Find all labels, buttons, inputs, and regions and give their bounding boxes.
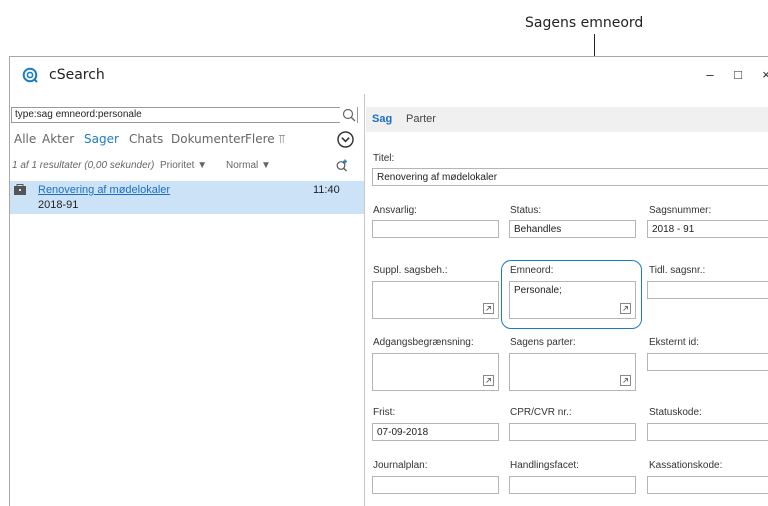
search-icon[interactable] — [340, 107, 357, 123]
expand-field-icon[interactable] — [620, 375, 631, 386]
filter-dokumenter[interactable]: Dokumenter — [171, 132, 245, 146]
ansvarlig-label: Ansvarlig: — [373, 205, 417, 216]
titel-field[interactable]: Renovering af mødelokaler — [372, 168, 768, 186]
results-count: 1 af 1 resultater (0,00 sekunder) — [12, 160, 155, 171]
filter-tabs: Alle Akter Sager Chats Dokumenter Flere … — [14, 132, 359, 150]
tab-sag[interactable]: Sag — [372, 113, 392, 125]
minimize-button[interactable]: – — [698, 64, 722, 86]
result-title-link[interactable]: Renovering af mødelokaler — [38, 184, 170, 196]
result-time: 11:40 — [313, 184, 340, 196]
sagsnummer-label: Sagsnummer: — [649, 205, 712, 216]
kassationskode-label: Kassationskode: — [649, 460, 723, 471]
sort-normal-dropdown[interactable]: Normal ▼ — [226, 160, 271, 171]
search-input[interactable]: type:sag emneord:personale — [11, 107, 358, 123]
title-bar: cSearch – □ × — [10, 57, 768, 94]
filter-alle[interactable]: Alle — [14, 132, 36, 146]
journalplan-field[interactable] — [372, 476, 499, 494]
statuskode-field[interactable] — [647, 423, 768, 441]
csearch-logo-icon — [22, 67, 38, 83]
window-title: cSearch — [49, 67, 105, 83]
filter-sager[interactable]: Sager — [84, 132, 119, 146]
kassationskode-field[interactable] — [647, 476, 768, 494]
tidl-label: Tidl. sagsnr.: — [649, 265, 706, 276]
frist-field[interactable]: 07-09-2018 — [372, 423, 499, 441]
result-case-number: 2018-91 — [38, 199, 79, 211]
case-icon — [14, 184, 26, 195]
handlingsfacet-field[interactable] — [509, 476, 636, 494]
list-item[interactable]: Renovering af mødelokaler 11:40 2018-91 — [10, 181, 364, 214]
parter-label: Sagens parter: — [510, 337, 576, 348]
ansvarlig-field[interactable] — [372, 220, 499, 238]
emneord-highlight — [501, 260, 642, 329]
filter-chats[interactable]: Chats — [129, 132, 163, 146]
statuskode-label: Statuskode: — [649, 407, 702, 418]
callout-label: Sagens emneord — [525, 15, 644, 31]
refresh-icon[interactable] — [335, 158, 349, 172]
expand-field-icon[interactable] — [483, 303, 494, 314]
close-button[interactable]: × — [754, 64, 768, 86]
eksternt-label: Eksternt id: — [649, 337, 700, 348]
parter-field[interactable] — [509, 353, 636, 391]
sagsnummer-field[interactable]: 2018 - 91 — [647, 220, 768, 238]
handlingsfacet-label: Handlingsfacet: — [510, 460, 579, 471]
journalplan-label: Journalplan: — [373, 460, 428, 471]
adgang-label: Adgangsbegrænsning: — [373, 337, 474, 348]
suppl-label: Suppl. sagsbeh.: — [373, 265, 448, 276]
suppl-field[interactable] — [372, 281, 499, 319]
cpr-label: CPR/CVR nr.: — [510, 407, 572, 418]
sort-priority-dropdown[interactable]: Prioritet ▼ — [160, 160, 207, 171]
tab-parter[interactable]: Parter — [406, 113, 436, 125]
status-label: Status: — [510, 205, 542, 216]
adgang-field[interactable] — [372, 353, 499, 391]
eksternt-field[interactable] — [647, 353, 768, 371]
search-pane: type:sag emneord:personale Alle Akter Sa… — [10, 94, 365, 506]
expand-field-icon[interactable] — [483, 375, 494, 386]
results-info: 1 af 1 resultater (0,00 sekunder) Priori… — [12, 158, 359, 174]
status-field[interactable]: Behandles — [509, 220, 636, 238]
chevron-down-circle-icon[interactable] — [337, 131, 354, 148]
filter-flere[interactable]: Flere ⫪ — [245, 132, 285, 147]
maximize-button[interactable]: □ — [726, 64, 750, 86]
tidl-field[interactable] — [647, 281, 768, 299]
app-window: cSearch – □ × type:sag emneord:personale… — [9, 56, 768, 506]
cpr-field[interactable] — [509, 423, 636, 441]
detail-tabs: Sag Parter — [366, 107, 768, 132]
titel-label: Titel: — [373, 153, 395, 164]
search-input-value: type:sag emneord:personale — [15, 109, 142, 120]
filter-akter[interactable]: Akter — [42, 132, 74, 146]
frist-label: Frist: — [373, 407, 396, 418]
